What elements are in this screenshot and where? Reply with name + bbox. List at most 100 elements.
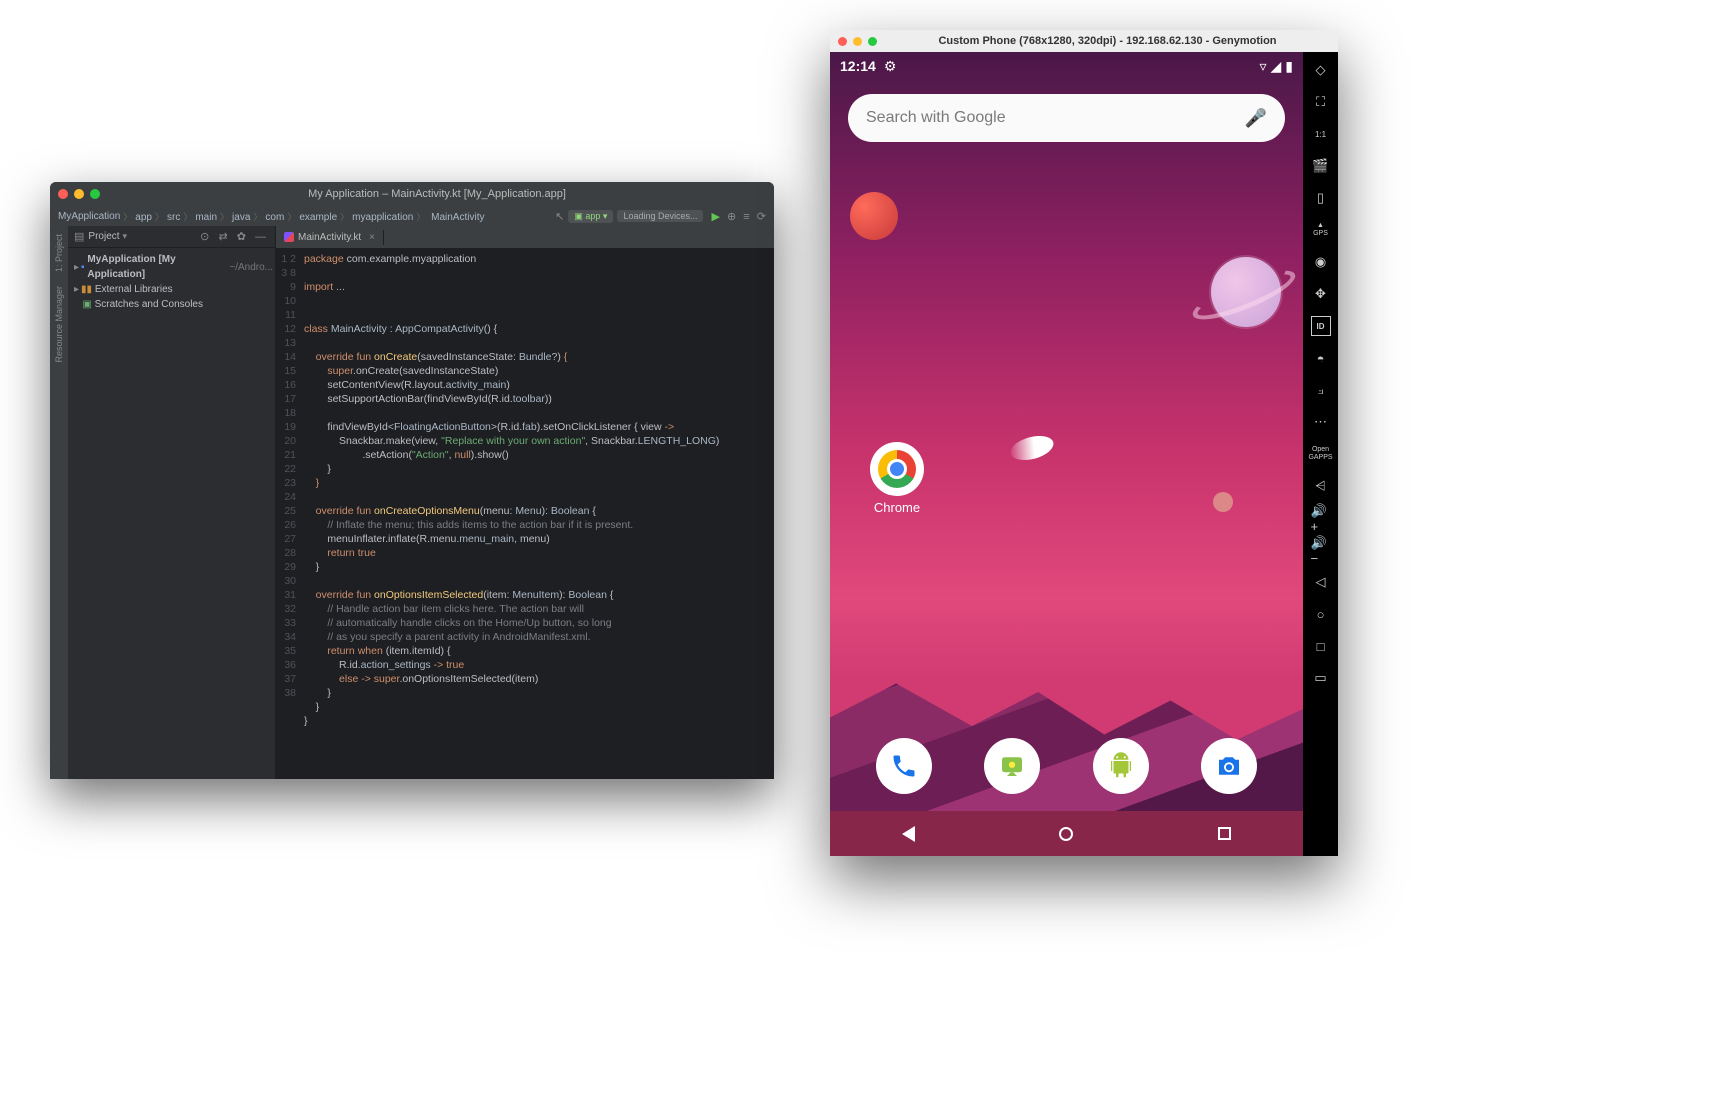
- maximize-icon[interactable]: [90, 189, 100, 199]
- sms-icon[interactable]: ⋯: [1311, 412, 1331, 432]
- ide-title: My Application – MainActivity.kt [My_App…: [100, 188, 774, 200]
- camera-icon[interactable]: ◉: [1311, 252, 1331, 272]
- back-button[interactable]: [902, 826, 915, 842]
- message-icon: [997, 751, 1027, 781]
- camera-icon: [1214, 751, 1244, 781]
- pixel-icon[interactable]: 1:1: [1311, 124, 1331, 144]
- breadcrumb: MyApplication app src main java com exam…: [50, 206, 774, 226]
- project-tree[interactable]: ▸▪ MyApplication [My Application]~/Andro…: [68, 248, 275, 316]
- messages-app[interactable]: [984, 738, 1040, 794]
- project-panel-actions[interactable]: ⊙ ⇄ ✿ —: [200, 230, 269, 243]
- camera-app[interactable]: [1201, 738, 1257, 794]
- ide-titlebar[interactable]: My Application – MainActivity.kt [My_App…: [50, 182, 774, 206]
- editor-tabs: MainActivity.kt×: [276, 226, 774, 248]
- home-button[interactable]: [1059, 827, 1073, 841]
- google-search-bar[interactable]: Search with Google 🎤: [848, 94, 1285, 142]
- move-icon[interactable]: ✥: [1311, 284, 1331, 304]
- close-tab-icon[interactable]: ×: [369, 232, 375, 243]
- phone-icon: [890, 752, 918, 780]
- identifier-icon[interactable]: ID: [1311, 316, 1331, 336]
- editor-area: MainActivity.kt× 1 2 3 8 9 10 11 12 13 1…: [276, 226, 774, 779]
- sync-icon[interactable]: ⟳: [757, 211, 766, 223]
- emulator-titlebar[interactable]: Custom Phone (768x1280, 320dpi) - 192.16…: [830, 30, 1338, 52]
- gps-icon[interactable]: ▲GPS: [1311, 220, 1331, 240]
- emulator-title: Custom Phone (768x1280, 320dpi) - 192.16…: [877, 35, 1338, 47]
- crumb[interactable]: MyApplication: [58, 211, 120, 222]
- crumb[interactable]: src: [152, 210, 180, 223]
- nav-bar: [830, 811, 1303, 856]
- kotlin-icon: [284, 232, 294, 242]
- wallpaper-planet: [850, 192, 898, 240]
- fullscreen-icon[interactable]: ⛶: [1311, 92, 1331, 112]
- home-icon[interactable]: ○: [1311, 604, 1331, 624]
- menu-icon[interactable]: ▭: [1311, 668, 1331, 688]
- rotate-icon[interactable]: ◇: [1311, 60, 1331, 80]
- nav-arrow-icon[interactable]: ↖: [555, 210, 564, 223]
- line-numbers: 1 2 3 8 9 10 11 12 13 14 15 16 17 18 19 …: [276, 252, 304, 775]
- apps-drawer[interactable]: [1093, 738, 1149, 794]
- close-icon[interactable]: [58, 189, 68, 199]
- tree-root[interactable]: ▸▪ MyApplication [My Application]~/Andro…: [70, 252, 273, 282]
- gear-icon: ⚙: [884, 58, 897, 75]
- project-panel-title: Project: [88, 231, 119, 242]
- signal-icon: ◢: [1271, 58, 1282, 75]
- app-chrome[interactable]: Chrome: [870, 442, 924, 515]
- opengapps-button[interactable]: Open GAPPS: [1311, 444, 1331, 464]
- recents-button[interactable]: [1218, 827, 1231, 840]
- crumb[interactable]: myapplication: [337, 210, 413, 223]
- tab-resource-manager[interactable]: Resource Manager: [54, 286, 64, 363]
- network-icon[interactable]: ⟓: [1311, 380, 1331, 400]
- maximize-icon[interactable]: [868, 37, 877, 46]
- minimize-icon[interactable]: [853, 37, 862, 46]
- window-controls[interactable]: [838, 37, 877, 46]
- run-icon[interactable]: ▶: [711, 211, 719, 223]
- clock: 12:14: [840, 58, 876, 74]
- back-icon[interactable]: ◁: [1311, 572, 1331, 592]
- app-label: Chrome: [870, 500, 924, 515]
- wifi-icon: ▿: [1259, 58, 1266, 75]
- clapperboard-icon[interactable]: 🎬: [1311, 156, 1331, 176]
- volume-down-icon[interactable]: 🔊−: [1311, 540, 1331, 560]
- phone-app[interactable]: [876, 738, 932, 794]
- mic-icon[interactable]: 🎤: [1245, 108, 1267, 129]
- recents-icon[interactable]: □: [1311, 636, 1331, 656]
- minimize-icon[interactable]: [74, 189, 84, 199]
- disk-icon[interactable]: ◓: [1311, 348, 1331, 368]
- code-editor[interactable]: 1 2 3 8 9 10 11 12 13 14 15 16 17 18 19 …: [276, 248, 774, 779]
- crumb[interactable]: example: [284, 210, 337, 223]
- wallpaper-planet: [1213, 492, 1233, 512]
- tree-ext-libs[interactable]: ▸▮▮ External Libraries: [70, 282, 273, 297]
- project-panel-header[interactable]: ▤ Project ▾ ⊙ ⇄ ✿ —: [68, 226, 275, 248]
- close-icon[interactable]: [838, 37, 847, 46]
- device-selector[interactable]: Loading Devices...: [617, 210, 703, 222]
- tab-project[interactable]: 1: Project: [54, 234, 64, 272]
- debug-icon[interactable]: ⊕: [727, 211, 736, 223]
- tree-scratches[interactable]: ▣ Scratches and Consoles: [70, 297, 273, 312]
- battery-icon[interactable]: ▯: [1311, 188, 1331, 208]
- code-content[interactable]: package com.example.myapplication import…: [304, 252, 719, 775]
- wallpaper-planet: [1211, 257, 1281, 327]
- profile-icon[interactable]: ≡: [743, 211, 749, 223]
- genymotion-sidebar: ◇ ⛶ 1:1 🎬 ▯ ▲GPS ◉ ✥ ID ◓ ⟓ ⋯ Open GAPPS…: [1303, 52, 1338, 856]
- share-icon[interactable]: ⩤: [1311, 476, 1331, 496]
- tab-mainactivity[interactable]: MainActivity.kt×: [276, 230, 384, 245]
- device-screen[interactable]: 12:14 ⚙ ▿ ◢ ▮ Search with Google 🎤 Chro: [830, 52, 1303, 856]
- crumb[interactable]: app: [120, 210, 152, 223]
- crumb[interactable]: main: [180, 210, 217, 223]
- battery-icon: ▮: [1285, 58, 1293, 75]
- dock: [830, 738, 1303, 794]
- crumb[interactable]: MainActivity: [413, 210, 484, 223]
- window-controls[interactable]: [58, 189, 100, 199]
- run-toolbar: ▶ ⊕ ≡ ⟳: [707, 210, 766, 223]
- crumb[interactable]: java: [217, 210, 250, 223]
- ide-window: My Application – MainActivity.kt [My_App…: [50, 182, 774, 779]
- android-icon: [1106, 751, 1136, 781]
- volume-up-icon[interactable]: 🔊+: [1311, 508, 1331, 528]
- crumb[interactable]: com: [250, 210, 284, 223]
- folder-icon: ▤: [74, 230, 84, 243]
- status-bar: 12:14 ⚙ ▿ ◢ ▮: [830, 52, 1303, 80]
- emulator-window: Custom Phone (768x1280, 320dpi) - 192.16…: [830, 30, 1338, 856]
- project-panel: ▤ Project ▾ ⊙ ⇄ ✿ — ▸▪ MyApplication [My…: [68, 226, 276, 779]
- run-config[interactable]: ▣ app ▾: [568, 210, 613, 223]
- chrome-icon[interactable]: [870, 442, 924, 496]
